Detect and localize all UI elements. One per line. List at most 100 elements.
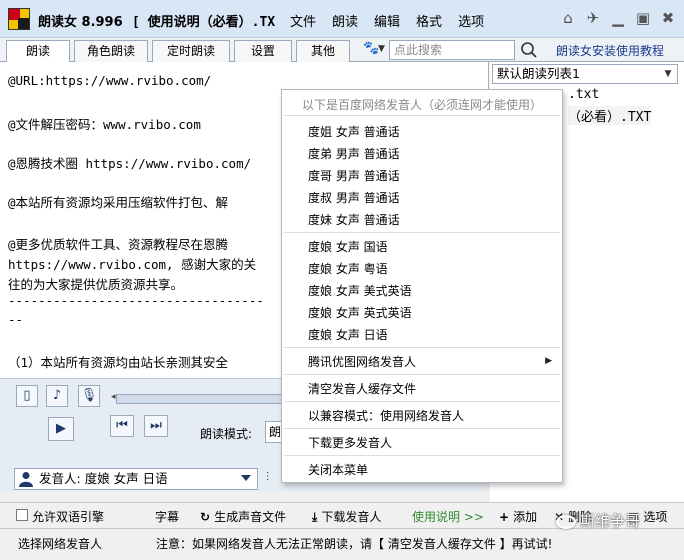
menu-item-voice[interactable]: 度妹 女声 普通话: [308, 211, 400, 228]
submenu-arrow-icon: ▶: [545, 356, 552, 366]
add-button[interactable]: + 添加: [499, 508, 537, 525]
dual-engine-label: 允许双语引擎: [32, 510, 105, 524]
minimize-icon[interactable]: ▁: [610, 9, 626, 27]
search-icon[interactable]: [520, 41, 538, 59]
menu-read[interactable]: 朗读: [324, 11, 366, 30]
options-label: 选项: [643, 510, 668, 524]
menu-separator: [284, 455, 560, 456]
menu-item-close[interactable]: 关闭本菜单: [308, 461, 368, 478]
watermark-text: 斯维争哥: [580, 512, 641, 530]
baidu-paw-icon[interactable]: 🐾: [363, 41, 379, 57]
voice-value: 度娘 女声 日语: [84, 471, 168, 486]
menu-file[interactable]: 文件: [282, 11, 324, 30]
search-input[interactable]: [389, 40, 515, 60]
watermark: 斯维争哥: [556, 510, 640, 531]
equalizer-icon[interactable]: ⫶: [266, 470, 280, 488]
previous-icon[interactable]: ⏮: [110, 415, 134, 437]
download-voice-label: 下载发音人: [321, 510, 382, 524]
progress-slider[interactable]: [116, 394, 286, 404]
generate-audio-label: 生成声音文件: [214, 510, 287, 524]
menu-header: 以下是百度网络发音人（必须连网才能使用）: [301, 98, 542, 112]
editor-line: https://www.rvibo.com, 感谢大家的关: [8, 257, 257, 272]
menu-separator: [284, 115, 560, 116]
editor-line: 往的为大家提供优质资源共享。: [8, 277, 184, 292]
menu-separator: [284, 232, 560, 233]
menu-edit[interactable]: 编辑: [366, 11, 408, 30]
person-icon: [19, 472, 33, 487]
chevron-down-icon[interactable]: ▼: [378, 41, 385, 57]
plus-icon: +: [499, 510, 510, 524]
menu-item-compat-mode[interactable]: 以兼容模式：使用网络发音人: [308, 407, 464, 424]
app-logo-icon: [8, 8, 30, 30]
tab-other[interactable]: 其他: [296, 40, 350, 62]
menu-item-download-more[interactable]: 下载更多发音人: [308, 434, 392, 451]
pin-icon[interactable]: ✈: [585, 9, 601, 27]
tab-row: 朗读 角色朗读 定时朗读 设置 其他 🐾 ▼ 朗读女安装使用教程: [0, 38, 684, 63]
editor-line: --: [8, 312, 24, 327]
menu-options[interactable]: 选项: [450, 11, 492, 30]
editor-line: @更多优质软件工具、资源教程尽在恩腾: [8, 237, 229, 252]
playlist-select[interactable]: 默认朗读列表1 ▼: [492, 64, 678, 84]
chevron-down-icon: [241, 475, 251, 481]
voice-context-menu: 以下是百度网络发音人（必须连网才能使用） 度姐 女声 普通话 度弟 男声 普通话…: [281, 89, 563, 483]
playlist-item[interactable]: （必看）.TXT: [568, 106, 652, 125]
app-title: 朗读女 8.996: [38, 15, 123, 30]
menu-item-clear-cache[interactable]: 清空发音人缓存文件: [308, 380, 416, 397]
editor-line: @恩腾技术圈 https://www.rvibo.com/: [8, 156, 252, 171]
menu-item-voice[interactable]: 度弟 男声 普通话: [308, 145, 400, 162]
generate-audio-button[interactable]: ↻ 生成声音文件: [200, 508, 286, 525]
home-icon[interactable]: ⌂: [560, 9, 576, 27]
voice-label: 发音人:: [39, 471, 81, 486]
menu-separator: [284, 428, 560, 429]
menu-item-voice[interactable]: 度娘 女声 美式英语: [308, 282, 412, 299]
tab-role-read[interactable]: 角色朗读: [74, 40, 148, 62]
music-icon[interactable]: ♪: [46, 385, 68, 407]
usage-guide-link[interactable]: 使用说明 >>: [412, 508, 484, 525]
editor-line: @URL:https://www.rvibo.com/: [8, 73, 212, 88]
menu-item-voice[interactable]: 度娘 女声 粤语: [308, 260, 388, 277]
play-icon[interactable]: ▶: [48, 417, 74, 441]
editor-line: （1）本站所有资源均由站长亲测其安全: [8, 355, 229, 370]
document-icon[interactable]: ▯: [16, 385, 38, 407]
menu-format[interactable]: 格式: [408, 11, 450, 30]
voice-select[interactable]: 发音人: 度娘 女声 日语: [14, 468, 258, 490]
maximize-icon[interactable]: ▣: [635, 9, 651, 27]
subtitles-button[interactable]: 字幕: [155, 508, 179, 525]
menu-separator: [284, 347, 560, 348]
status-left-text: 选择网络发音人: [18, 537, 103, 551]
document-title: [ 使用说明（必看）.TX: [132, 15, 276, 30]
add-label: 添加: [513, 510, 538, 524]
editor-line: @文件解压密码：www.rvibo.com: [8, 117, 201, 132]
window-controls: ⌂ ✈ ▁ ▣ ✖: [560, 9, 676, 27]
playlist-select-value: 默认朗读列表1: [497, 66, 580, 81]
convert-icon: ↻: [200, 510, 211, 524]
wechat-logo-icon: [556, 514, 576, 529]
menu-item-voice[interactable]: 度娘 女声 国语: [308, 238, 388, 255]
editor-line: @本站所有资源均采用压缩软件打包、解: [8, 195, 229, 210]
download-voice-button[interactable]: ⤓ 下载发音人: [312, 508, 381, 525]
download-icon: ⤓: [312, 510, 318, 524]
menu-separator: [284, 374, 560, 375]
title-bar: 朗读女 8.996 [ 使用说明（必看）.TX 文件 朗读 编辑 格式 选项 ⌂…: [0, 0, 684, 38]
tab-settings[interactable]: 设置: [234, 40, 292, 62]
status-bar: 选择网络发音人 注意：如果网络发音人无法正常朗读，请【 清空发音人缓存文件 】再…: [0, 528, 684, 560]
menu-item-tencent[interactable]: 腾讯优图网络发音人: [308, 353, 416, 370]
chevron-down-icon: ▼: [664, 69, 672, 79]
menu-bar: 文件 朗读 编辑 格式 选项: [282, 11, 492, 30]
install-tutorial-link[interactable]: 朗读女安装使用教程: [556, 42, 664, 59]
close-icon[interactable]: ✖: [660, 9, 676, 27]
tab-timed-read[interactable]: 定时朗读: [152, 40, 230, 62]
microphone-icon[interactable]: 🎙: [78, 385, 100, 407]
playlist-item[interactable]: .txt: [568, 87, 599, 102]
tab-read[interactable]: 朗读: [6, 40, 70, 63]
status-note: 注意：如果网络发音人无法正常朗读，请【 清空发音人缓存文件 】再试试!: [156, 537, 553, 551]
editor-line: ----------------------------------: [8, 293, 264, 308]
menu-item-voice[interactable]: 度娘 女声 英式英语: [308, 304, 412, 321]
menu-item-voice[interactable]: 度娘 女声 日语: [308, 326, 388, 343]
menu-item-voice[interactable]: 度哥 男声 普通话: [308, 167, 400, 184]
menu-item-voice[interactable]: 度姐 女声 普通话: [308, 123, 400, 140]
menu-item-voice[interactable]: 度叔 男声 普通话: [308, 189, 400, 206]
next-icon[interactable]: ⏭: [144, 415, 168, 437]
menu-separator: [284, 401, 560, 402]
dual-engine-checkbox[interactable]: [16, 509, 28, 521]
